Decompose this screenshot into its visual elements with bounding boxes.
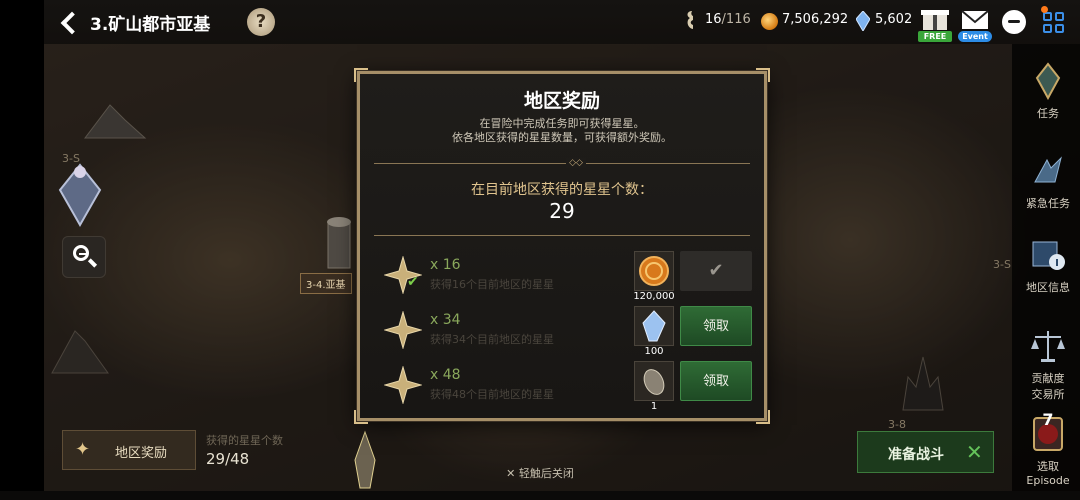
stamina-max: /116 [721,12,751,27]
tower-node-icon[interactable] [318,212,358,272]
castle-node-icon[interactable] [898,352,948,412]
chat-icon[interactable] [1002,10,1026,34]
zoom-out-button[interactable] [62,236,106,278]
page-title: 3.矿山都市亚基 [90,15,211,35]
sidebar-item-quest[interactable]: 任务 [1018,62,1078,121]
reward-star-requirement: x 34 [430,312,461,328]
sidebar-item-label: 贡献度 交易所 [1031,372,1065,401]
reward-description: 获得16个目前地区的星星 [430,278,554,291]
reward-description: 获得34个目前地区的星星 [430,333,554,346]
claim-button[interactable]: 领取 [680,306,752,346]
claimed-button[interactable]: ✔ [680,251,752,291]
sidebar-item-label: 地区信息 [1026,281,1070,294]
reward-quantity: 1 [650,401,658,412]
frame-corner [756,410,770,424]
reward-description: 获得48个目前地区的星星 [430,388,554,401]
frame-corner [354,68,368,82]
region-reward-button[interactable]: ✦ 地区奖励 [62,430,196,470]
stamina-counter: 16/116 [705,12,751,27]
crossed-swords-icon: ✕ [966,440,983,464]
gold-amount: 7,506,292 [782,12,849,27]
tap-to-close-hint[interactable]: ✕ 轻触后关闭 [0,465,1080,481]
region-reward-dialog: 地区奖励 在冒险中完成任务即可获得星星。 依各地区获得的星星数量，可获得额外奖励… [354,68,770,424]
dialog-title: 地区奖励 [523,90,600,112]
zoom-out-icon [73,245,89,261]
menu-cell [1043,24,1052,33]
zoom-handle [87,258,98,268]
battle-label: 准备战斗 [888,447,944,463]
free-badge: FREE [918,31,952,42]
glowing-tower-node-icon[interactable] [340,430,390,490]
reward-row: ✔ x 16 获得16个目前地区的星星 120,000 ✔ [374,251,752,302]
star-icon: ✦ [75,439,91,460]
menu-cell [1055,12,1064,21]
reward-row: x 48 获得48个目前地区的星星 1 领取 [374,361,752,412]
reward-item[interactable] [634,306,674,346]
reward-star-requirement: x 16 [430,257,461,273]
left-letterbox [0,0,44,491]
divider [374,235,750,236]
frame-corner [756,68,770,82]
reward-row: x 34 获得34个目前地区的星星 100 领取 [374,306,752,357]
star-count-label: 在目前地区获得的星星个数： [471,182,653,198]
reward-item[interactable] [634,251,674,291]
stamina-icon [687,11,693,29]
description-line: 依各地区获得的星星数量，可获得额外奖励。 [452,131,672,144]
help-button[interactable]: ? [247,8,275,36]
star-count: 29 [549,199,575,223]
claim-button[interactable]: 领取 [680,361,752,401]
seed-icon [643,369,665,395]
frame-corner [354,410,368,424]
gem-icon [856,11,870,31]
back-arrow-icon[interactable] [56,8,84,36]
mountain-node-icon[interactable] [80,100,150,140]
gold-coin-icon [639,256,669,286]
event-mail-button[interactable]: Event [958,6,992,42]
quest-icon [1035,62,1061,101]
divider: ◇◇ [374,158,750,168]
event-badge: Event [958,31,992,42]
gold-coin-icon [761,13,778,30]
reward-quantity: 120,000 [633,291,675,302]
obtained-stars-label: 获得的星星个数 [206,434,283,447]
volcano-node-icon[interactable] [50,325,110,375]
sidebar-item-urgent-quest[interactable]: 紧急任务 [1018,152,1078,211]
sidebar-item-exchange[interactable]: 贡献度 交易所 [1018,314,1078,415]
sidebar-item-region-info[interactable]: 地区信息 [1018,236,1078,295]
free-gift-button[interactable]: FREE [918,6,952,42]
region-info-icon [1032,241,1065,270]
menu-cell [1055,24,1064,33]
region-reward-label: 地区奖励 [115,446,168,461]
star-icon [384,311,422,349]
check-icon: ✔ [407,274,419,290]
description-line: 在冒险中完成任务即可获得星星。 [479,117,645,130]
gift-box-icon [921,10,949,30]
reward-quantity: 100 [644,346,664,357]
star-icon [384,366,422,404]
reward-item[interactable] [634,361,674,401]
divider-ornament: ◇◇ [566,158,586,168]
dialog-description: 在冒险中完成任务即可获得星星。 依各地区获得的星星数量，可获得额外奖励。 [360,117,764,145]
reward-star-requirement: x 48 [430,367,461,383]
crystal-icon [642,310,666,342]
episode-number: 7 [1042,410,1054,429]
waypoint-crystal-icon[interactable] [55,160,105,230]
map-stage-label: 3-8 [888,418,906,431]
gem-amount: 5,602 [875,12,913,27]
menu-cell [1043,12,1052,21]
stamina-current: 16 [705,12,722,27]
scales-icon [1031,331,1065,362]
notification-dot [1041,6,1048,13]
sidebar-item-label: 任务 [1037,107,1059,120]
mail-icon [961,10,989,29]
urgent-quest-icon [1034,156,1062,183]
sidebar-item-label: 紧急任务 [1026,197,1070,210]
stage-tag[interactable]: 3-4.亚基 [300,273,352,294]
map-stage-label: 3-S [993,258,1011,271]
